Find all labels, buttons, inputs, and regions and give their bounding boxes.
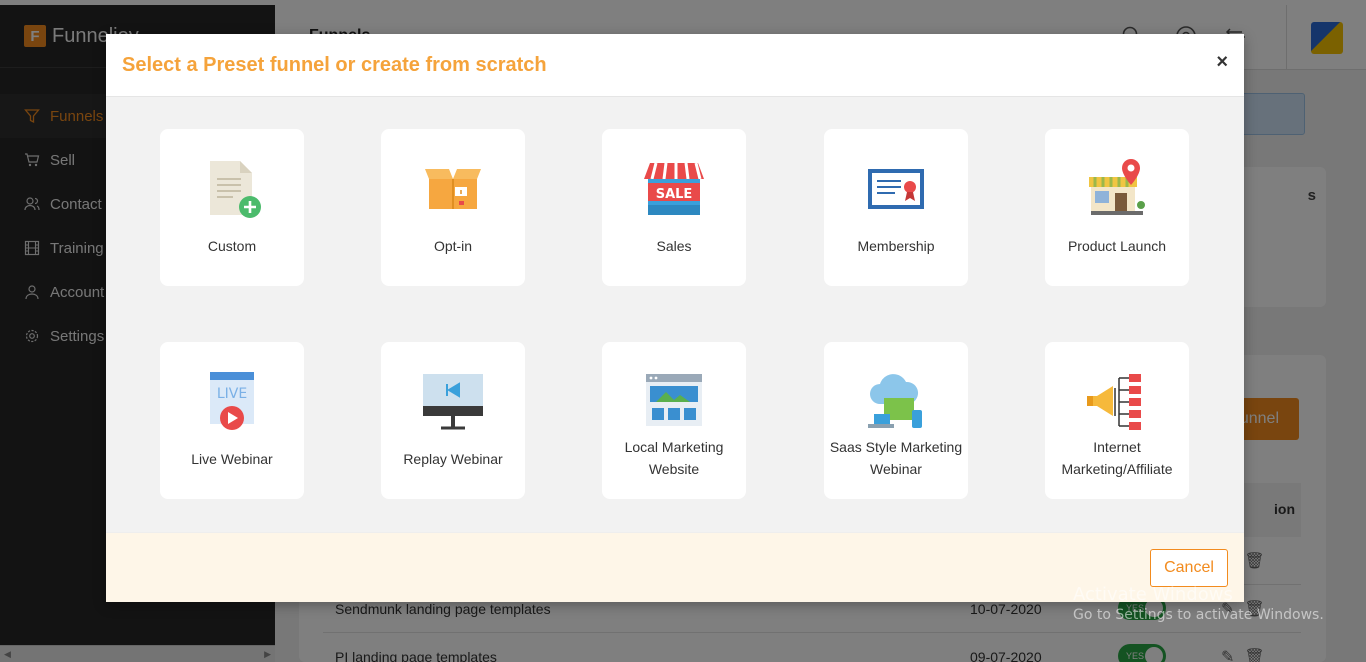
modal-title: Select a Preset funnel or create from sc… — [122, 54, 547, 76]
preset-label: Internet Marketing/Affiliate — [1061, 439, 1173, 477]
document-plus-icon — [160, 157, 304, 221]
preset-funnel-modal: Select a Preset funnel or create from sc… — [106, 34, 1244, 602]
cloud-devices-icon — [824, 370, 968, 434]
preset-label: Saas Style Marketing Webinar — [829, 439, 963, 477]
certificate-icon — [824, 157, 968, 221]
preset-membership[interactable]: Membership — [824, 129, 968, 286]
store-location-icon — [1045, 157, 1189, 221]
preset-label: Opt-in — [433, 238, 473, 254]
preset-label: Custom — [207, 238, 257, 254]
megaphone-network-icon — [1045, 370, 1189, 434]
preset-label: Membership — [857, 238, 935, 254]
preset-product-launch[interactable]: Product Launch — [1045, 129, 1189, 286]
svg-text:SALE: SALE — [656, 187, 693, 202]
preset-replay-webinar[interactable]: Replay Webinar — [381, 342, 525, 499]
sale-store-icon: SALE — [602, 157, 746, 221]
watermark-subtitle: Go to Settings to activate Windows. — [1073, 607, 1324, 623]
svg-text:LIVE: LIVE — [217, 386, 247, 402]
preset-grid: Custom Opt-in SALE Sales Membership Prod… — [106, 97, 1244, 532]
live-video-icon: LIVE — [160, 370, 304, 434]
preset-opt-in[interactable]: Opt-in — [381, 129, 525, 286]
preset-label: Sales — [656, 238, 692, 254]
preset-saas-style-marketing-webinar[interactable]: Saas Style Marketing Webinar — [824, 342, 968, 499]
activate-windows-watermark: Activate Windows Go to Settings to activ… — [1073, 584, 1324, 623]
website-icon — [602, 370, 746, 434]
preset-local-marketing-website[interactable]: Local Marketing Website — [602, 342, 746, 499]
open-box-icon — [381, 157, 525, 221]
preset-custom[interactable]: Custom — [160, 129, 304, 286]
watermark-title: Activate Windows — [1073, 584, 1233, 605]
preset-label: Replay Webinar — [403, 451, 503, 467]
modal-header: Select a Preset funnel or create from sc… — [106, 34, 1244, 97]
cancel-button[interactable]: Cancel — [1150, 549, 1228, 587]
preset-sales[interactable]: SALE Sales — [602, 129, 746, 286]
preset-internet-marketing-affiliate[interactable]: Internet Marketing/Affiliate — [1045, 342, 1189, 499]
preset-label: Local Marketing Website — [624, 439, 724, 477]
preset-label: Product Launch — [1067, 238, 1167, 254]
preset-live-webinar[interactable]: LIVE Live Webinar — [160, 342, 304, 499]
replay-monitor-icon — [381, 370, 525, 434]
close-icon[interactable]: × — [1216, 52, 1228, 72]
preset-label: Live Webinar — [191, 451, 273, 467]
